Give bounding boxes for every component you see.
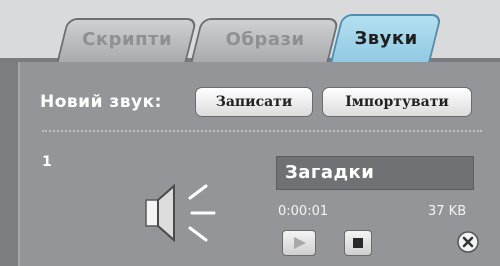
delete-icon[interactable]: [456, 230, 480, 254]
tab-costumes[interactable]: Образи: [190, 18, 340, 62]
sound-index: 1: [42, 154, 52, 170]
import-button[interactable]: Імпортувати: [322, 87, 472, 117]
tab-scripts[interactable]: Скрипти: [56, 18, 198, 62]
stop-icon: [353, 238, 363, 248]
sounds-panel: Новий звук: Записати Імпортувати 1 Загад…: [18, 62, 500, 266]
tab-bar: Скрипти Образи Звуки: [0, 0, 500, 64]
play-button[interactable]: [282, 230, 316, 256]
tab-costumes-label: Образи: [225, 29, 305, 50]
record-button[interactable]: Записати: [195, 87, 313, 117]
new-sound-label: Новий звук:: [40, 92, 162, 112]
tab-sounds-label: Звуки: [354, 28, 418, 49]
stop-button[interactable]: [344, 230, 372, 256]
sound-size: 37 KB: [428, 204, 467, 219]
speaker-icon[interactable]: [132, 178, 242, 248]
play-icon: [294, 237, 306, 249]
tab-sounds[interactable]: Звуки: [329, 14, 443, 64]
sound-duration: 0:00:01: [278, 204, 329, 219]
dotted-divider: [42, 130, 482, 132]
left-edge-strip: [0, 62, 18, 266]
tab-scripts-label: Скрипти: [82, 29, 173, 50]
sound-name-field[interactable]: Загадки: [276, 156, 474, 190]
